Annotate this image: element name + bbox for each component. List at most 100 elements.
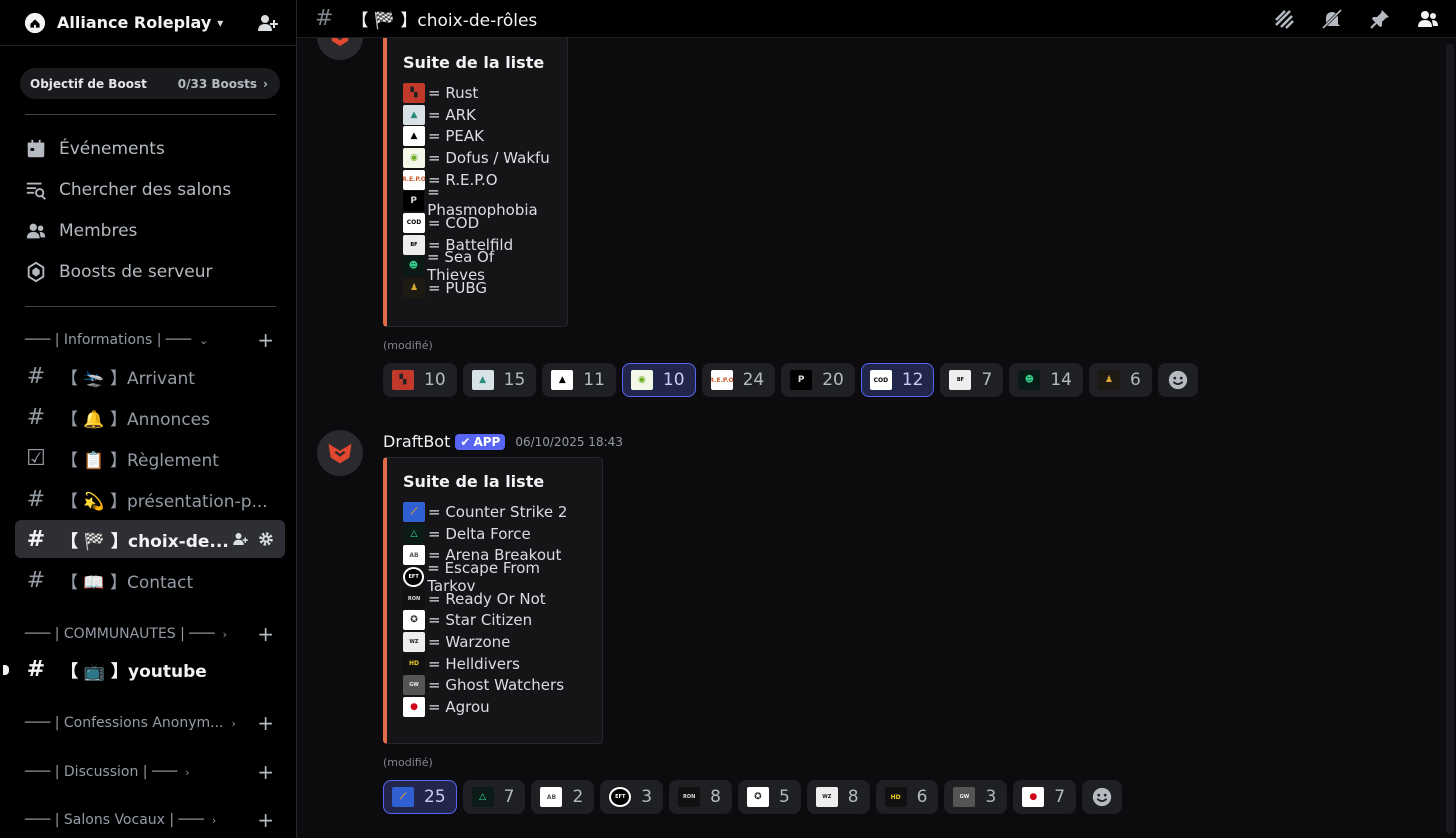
add-channel-icon[interactable]: + (257, 713, 274, 733)
menu-item-events[interactable]: Événements (25, 134, 165, 164)
reaction-repo[interactable]: R.E.P.O 24 (701, 363, 776, 397)
threads-icon[interactable] (1272, 7, 1296, 31)
warzone-icon: WZ (815, 787, 838, 807)
text-channel-icon: # (26, 486, 46, 512)
ready-or-not-icon: RON (403, 588, 425, 609)
reaction-pubg[interactable]: ♟ 6 (1088, 363, 1152, 397)
pubg-icon: ♟ (403, 278, 425, 299)
embed-card: Suite de la liste ⟋ = Counter Strike 2 △ =… (383, 457, 603, 744)
add-reaction-button[interactable] (1157, 363, 1198, 397)
list-item: ⟋ = Counter Strike 2 (403, 501, 586, 523)
server-name: Alliance Roleplay (57, 13, 212, 32)
ghost-watchers-icon: GW (403, 675, 425, 696)
chevron-right-icon: › (211, 813, 217, 827)
category-informations[interactable]: ─── | Informations | ─── ⌄ + (25, 330, 280, 350)
phasmophobia-icon: P (790, 370, 813, 390)
scrollbar[interactable] (1446, 44, 1454, 834)
star-citizen-icon: ✪ (746, 787, 769, 807)
rules-channel-icon: ☑ (26, 445, 46, 471)
agrou-icon: ● (1022, 787, 1045, 807)
boost-icon (27, 261, 45, 283)
server-home-icon (24, 12, 46, 33)
list-item: ✪ = Star Citizen (403, 609, 586, 631)
text-channel-icon: # (26, 363, 46, 389)
list-item: ▲ = PEAK (403, 125, 551, 147)
pin-icon[interactable] (1368, 7, 1392, 31)
app-badge: ✔ APP (455, 433, 506, 450)
menu-item-server-boosts[interactable]: Boosts de serveur (25, 257, 213, 287)
category-salons-vocaux[interactable]: ─── | Salons Vocaux | ─── › + (25, 810, 280, 830)
ark-icon: ▲ (471, 370, 494, 390)
add-channel-icon[interactable]: + (257, 624, 274, 644)
warzone-icon: WZ (403, 631, 425, 652)
reaction-agrou[interactable]: ● 7 (1013, 780, 1077, 814)
delta-force-icon: △ (403, 523, 425, 544)
invite-people-icon[interactable] (255, 11, 279, 35)
repo-icon: R.E.P.O (710, 370, 733, 390)
member-list-icon[interactable] (1416, 7, 1440, 31)
reaction-helldivers[interactable]: HD 6 (875, 780, 939, 814)
star-citizen-icon: ✪ (403, 610, 425, 631)
reaction-dofus[interactable]: ◉ 10 (621, 363, 696, 397)
reaction-sea-of-thieves[interactable]: ☻ 14 (1009, 363, 1083, 397)
list-item: ● = Agrou (403, 696, 586, 718)
repo-icon: R.E.P.O (403, 169, 425, 190)
sea-of-thieves-icon: ☻ (1018, 370, 1041, 390)
reaction-ready-or-not[interactable]: RON 8 (669, 780, 732, 814)
category-communautes[interactable]: ─── | COMMUNAUTES | ─── › + (25, 624, 280, 644)
reaction-counter-strike[interactable]: ⟋ 25 (383, 780, 457, 814)
cod-icon: COD (403, 212, 425, 233)
list-item: ▚ = Rust (403, 82, 551, 104)
text-channel-icon: # (26, 526, 46, 552)
list-item: GW = Ghost Watchers (403, 675, 586, 697)
reaction-tarkov[interactable]: EFT 3 (600, 780, 664, 814)
channel-annonces[interactable]: # 【 🔔 】Annonces (15, 398, 285, 436)
gear-icon[interactable] (257, 530, 275, 548)
reaction-battlefield[interactable]: BF 7 (940, 363, 1004, 397)
divider (25, 114, 276, 115)
channel-presentation[interactable]: # 【 💫 】présentation-p... (15, 480, 285, 518)
add-channel-icon[interactable]: + (257, 762, 274, 782)
peak-icon: ▲ (403, 126, 425, 147)
dofus-icon: ◉ (403, 147, 425, 168)
list-item: EFT = Escape From Tarkov (403, 559, 586, 595)
category-discussion[interactable]: ─── | Discussion | ─── › + (25, 762, 280, 782)
author-name[interactable]: DraftBot (383, 432, 450, 451)
invite-people-icon[interactable] (231, 530, 249, 548)
add-channel-icon[interactable]: + (257, 330, 274, 350)
add-reaction-button[interactable] (1082, 780, 1123, 814)
channel-choix-de-roles[interactable]: # 【 🏁 】choix-de... (15, 520, 285, 558)
reaction-cod[interactable]: COD 12 (860, 363, 935, 397)
reaction-phasmophobia[interactable]: P 20 (781, 363, 855, 397)
channel-contact[interactable]: # 【 📖 】Contact (15, 561, 285, 599)
channel-reglement[interactable]: ☑ 【 📋 】Règlement (15, 439, 285, 477)
list-item: HD = Helldivers (403, 653, 586, 675)
reaction-ark[interactable]: ▲ 15 (462, 363, 537, 397)
reaction-peak[interactable]: ▲ 11 (542, 363, 616, 397)
reaction-ghost-watchers[interactable]: GW 3 (944, 780, 1008, 814)
menu-item-members[interactable]: Membres (25, 216, 137, 246)
server-header[interactable]: Alliance Roleplay ▾ (0, 0, 297, 46)
reaction-arena-breakout[interactable]: AB 2 (531, 780, 595, 814)
category-confessions[interactable]: ─── | Confessions Anonym... › + (25, 713, 280, 733)
category-label: ─── | Salons Vocaux | ─── (25, 812, 204, 828)
avatar[interactable] (317, 430, 363, 476)
checkmark-icon: ✔ (460, 434, 471, 449)
chevron-down-icon: ▾ (217, 15, 224, 30)
notification-muted-icon[interactable] (1320, 7, 1344, 31)
reaction-rust[interactable]: ▚ 10 (383, 363, 457, 397)
reaction-warzone[interactable]: WZ 8 (806, 780, 870, 814)
channel-arrivant[interactable]: # 【 🛬 】Arrivant (15, 357, 285, 395)
peak-icon: ▲ (551, 370, 574, 390)
reaction-star-citizen[interactable]: ✪ 5 (737, 780, 801, 814)
menu-item-channel-search[interactable]: Chercher des salons (25, 175, 231, 205)
avatar[interactable] (317, 38, 363, 60)
channel-youtube[interactable]: # 【 📺 】youtube (15, 650, 285, 688)
tarkov-icon: EFT (609, 787, 632, 807)
menu-item-label: Membres (59, 221, 138, 241)
channel-label: 【 📖 】Contact (61, 572, 194, 593)
add-channel-icon[interactable]: + (257, 810, 274, 830)
reaction-delta-force[interactable]: △ 7 (462, 780, 526, 814)
boost-goal-bar[interactable]: Objectif de Boost 0/33 Boosts › (20, 68, 280, 99)
arena-breakout-icon: AB (540, 787, 563, 807)
